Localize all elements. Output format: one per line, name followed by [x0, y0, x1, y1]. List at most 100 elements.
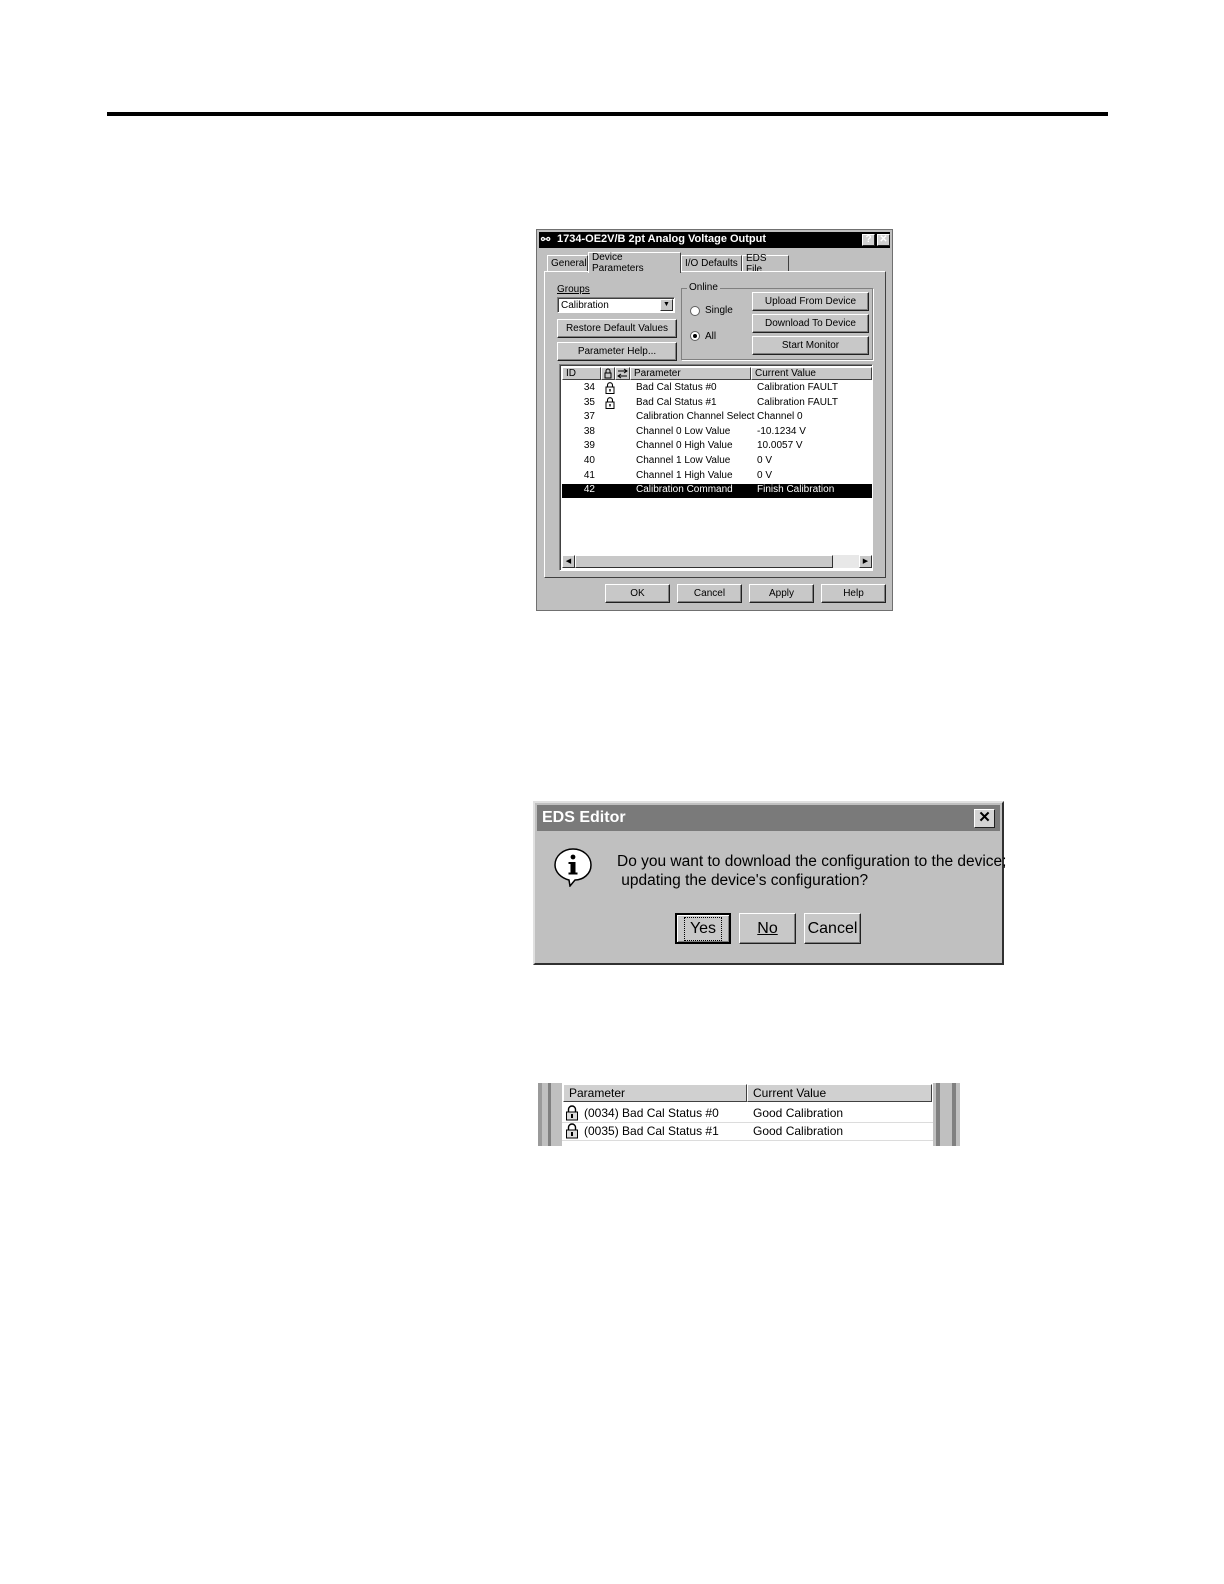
param-value: 0 V	[757, 469, 773, 481]
parameter-list-snippet: Parameter Current Value (0034) Bad Cal S…	[538, 1083, 960, 1146]
parameter-row[interactable]: 42 Calibration Command Finish Calibration	[562, 484, 872, 499]
scroll-left-icon[interactable]: ◀	[562, 555, 575, 568]
eds-editor-title: EDS Editor	[542, 809, 626, 826]
param-value: Calibration FAULT	[757, 382, 838, 393]
apply-button[interactable]: Apply	[749, 584, 814, 603]
download-to-device-button[interactable]: Download To Device	[752, 314, 869, 333]
param-name: Channel 1 Low Value	[636, 455, 731, 466]
param-value: Finish Calibration	[757, 484, 835, 496]
param-value: -10.1234 V	[757, 425, 806, 437]
param-name: Calibration Channel Select	[636, 411, 755, 423]
snippet-column-parameter[interactable]: Parameter	[563, 1084, 747, 1102]
left-frame-line	[548, 1083, 551, 1146]
lock-icon	[605, 396, 615, 409]
message-line-2: updating the device's configuration?	[617, 872, 869, 889]
param-id: 35	[583, 396, 595, 408]
parameter-row[interactable]: 38 Channel 0 Low Value -10.1234 V	[562, 426, 872, 440]
param-id: 40	[583, 455, 595, 466]
param-id: 38	[583, 425, 595, 437]
param-value: 0 V	[757, 455, 773, 466]
scroll-right-icon[interactable]: ▶	[859, 555, 872, 568]
dialog-title-bar[interactable]: ⚯ 1734-OE2V/B 2pt Analog Voltage Output …	[539, 232, 890, 248]
tab-eds-file[interactable]: EDS File	[742, 253, 789, 275]
snippet-param-name: (0035) Bad Cal Status #1	[584, 1124, 719, 1138]
snippet-list[interactable]: Parameter Current Value (0034) Bad Cal S…	[562, 1083, 933, 1146]
snippet-param-name: (0034) Bad Cal Status #0	[584, 1106, 719, 1120]
tab-device-parameters[interactable]: Device Parameters	[588, 252, 681, 274]
groups-label: Groups	[557, 284, 590, 295]
radio-all[interactable]	[690, 331, 700, 341]
radio-single-label: Single	[705, 305, 733, 316]
param-id: 37	[583, 411, 595, 423]
column-header-current-value[interactable]: Current Value	[751, 367, 872, 380]
parameter-row[interactable]: 37 Calibration Channel Select Channel 0	[562, 411, 872, 425]
snippet-param-value: Good Calibration	[753, 1106, 844, 1120]
radio-all-label: All	[705, 331, 717, 342]
groups-select-value: Calibration	[561, 300, 609, 311]
parameter-row[interactable]: 41 Channel 1 High Value 0 V	[562, 470, 872, 484]
param-id: 34	[583, 382, 595, 393]
cancel-dialog-button[interactable]: Cancel	[804, 913, 861, 944]
snippet-row[interactable]: (0035) Bad Cal Status #1 Good Calibration	[562, 1122, 933, 1141]
lock-icon	[605, 382, 615, 394]
left-frame-edge	[538, 1083, 542, 1146]
yes-button[interactable]: Yes	[675, 913, 731, 944]
dialog-title: 1734-OE2V/B 2pt Analog Voltage Output	[557, 233, 767, 245]
device-network-icon: ⚯	[541, 234, 551, 246]
column-header-id[interactable]: ID	[562, 367, 601, 380]
yes-button-label: Yes	[683, 916, 723, 941]
param-name: Channel 0 High Value	[636, 440, 733, 452]
monitor-column-icon[interactable]	[615, 367, 630, 380]
groups-select[interactable]: Calibration ▼	[557, 297, 675, 313]
lock-column-icon[interactable]	[601, 367, 615, 380]
param-name: Channel 1 High Value	[636, 469, 733, 481]
no-button[interactable]: No	[739, 913, 796, 944]
chevron-down-icon[interactable]: ▼	[660, 299, 673, 311]
param-name: Bad Cal Status #0	[636, 382, 717, 393]
param-id: 39	[583, 440, 595, 452]
no-button-label: No	[757, 919, 778, 937]
param-id: 41	[583, 469, 595, 481]
confirmation-message: Do you want to download the configuratio…	[617, 852, 1006, 890]
param-id: 42	[583, 484, 595, 496]
right-frame-line	[936, 1083, 940, 1146]
help-icon[interactable]: ?	[862, 234, 875, 246]
parameter-row[interactable]: 35 Bad Cal Status #1 Calibration FAULT	[562, 397, 872, 411]
help-button[interactable]: Help	[821, 584, 886, 603]
parameter-list[interactable]: ID Parameter Current Value 34 Bad Cal Sta…	[559, 364, 873, 571]
tab-general[interactable]: General	[547, 255, 588, 272]
column-header-parameter[interactable]: Parameter	[630, 367, 751, 380]
horizontal-scrollbar[interactable]: ◀ ▶	[562, 555, 872, 568]
cancel-button[interactable]: Cancel	[677, 584, 742, 603]
radio-single[interactable]	[690, 306, 700, 316]
param-value: Channel 0	[757, 411, 803, 423]
info-icon	[554, 848, 592, 887]
close-icon[interactable]: ✕	[974, 809, 995, 828]
lock-icon	[565, 1105, 579, 1121]
upload-from-device-button[interactable]: Upload From Device	[752, 292, 869, 311]
start-monitor-button[interactable]: Start Monitor	[752, 336, 869, 355]
snippet-param-value: Good Calibration	[753, 1124, 844, 1138]
scrollbar-thumb[interactable]	[575, 555, 833, 568]
snippet-column-current-value[interactable]: Current Value	[747, 1084, 932, 1102]
param-name: Calibration Command	[636, 484, 733, 496]
lock-icon	[565, 1123, 579, 1139]
param-value: Calibration FAULT	[757, 396, 838, 408]
restore-defaults-button[interactable]: Restore Default Values	[557, 319, 677, 338]
parameter-help-button[interactable]: Parameter Help...	[557, 342, 677, 361]
param-name: Channel 0 Low Value	[636, 425, 731, 437]
eds-editor-title-bar[interactable]: EDS Editor ✕	[537, 805, 1000, 831]
param-value: 10.0057 V	[757, 440, 803, 452]
online-label: Online	[687, 282, 720, 293]
close-icon[interactable]: ✕	[877, 234, 890, 246]
ok-button[interactable]: OK	[605, 584, 670, 603]
header-rule	[107, 112, 1108, 116]
parameter-row[interactable]: 40 Channel 1 Low Value 0 V	[562, 455, 872, 469]
snippet-row[interactable]: (0034) Bad Cal Status #0 Good Calibration	[562, 1104, 933, 1123]
param-name: Bad Cal Status #1	[636, 396, 717, 408]
parameter-row[interactable]: 34 Bad Cal Status #0 Calibration FAULT	[562, 382, 872, 396]
right-frame-edge	[952, 1083, 956, 1146]
tab-io-defaults[interactable]: I/O Defaults	[681, 255, 742, 272]
parameter-row[interactable]: 39 Channel 0 High Value 10.0057 V	[562, 440, 872, 454]
message-line-1: Do you want to download the configuratio…	[617, 853, 1007, 870]
